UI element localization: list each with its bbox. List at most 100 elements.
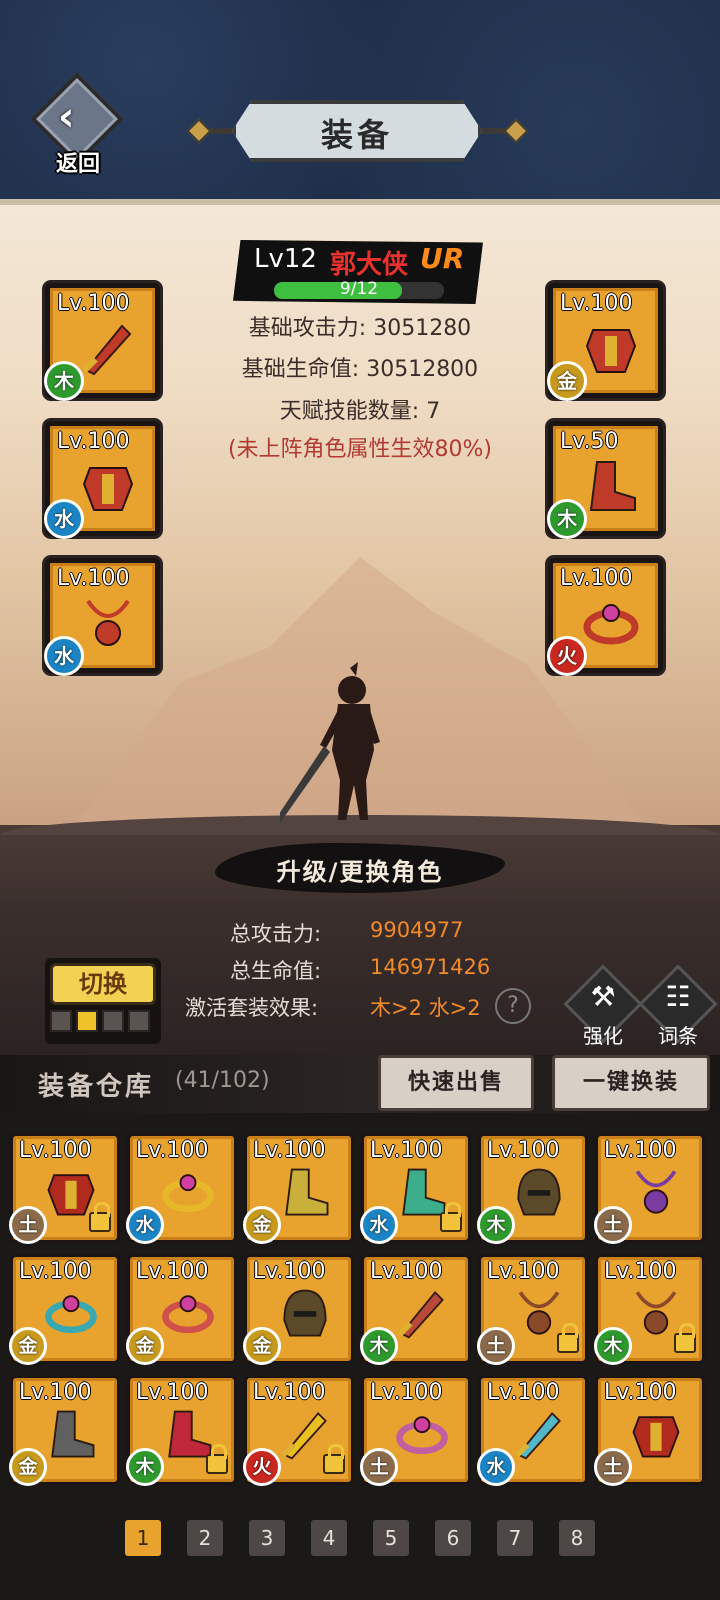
slot-level: Lv.50 bbox=[560, 429, 619, 454]
help-icon[interactable]: ? bbox=[495, 988, 531, 1024]
slot-level: Lv.100 bbox=[57, 566, 130, 591]
enhance-label[interactable]: 强化 bbox=[568, 1020, 638, 1049]
set-effect-value: 木>2 水>2 bbox=[370, 996, 481, 1020]
page-title: 装备 bbox=[320, 116, 393, 154]
item-level: Lv.100 bbox=[253, 1138, 326, 1163]
hero-silhouette bbox=[280, 662, 380, 823]
warehouse-item[interactable]: Lv.100 土 bbox=[594, 1133, 705, 1244]
preset-dot-2[interactable] bbox=[76, 1010, 98, 1032]
hero-name: 郭大侠 bbox=[330, 250, 409, 280]
warehouse-item[interactable]: Lv.100 木 bbox=[360, 1254, 471, 1365]
warehouse-count: (41/102) bbox=[175, 1068, 270, 1093]
armor-icon bbox=[82, 467, 134, 511]
item-level: Lv.100 bbox=[604, 1259, 677, 1284]
ring-icon bbox=[583, 604, 639, 645]
warehouse-item[interactable]: Lv.100 水 bbox=[126, 1133, 237, 1244]
page-button-4[interactable]: 4 bbox=[311, 1520, 347, 1556]
page-button-6[interactable]: 6 bbox=[435, 1520, 471, 1556]
warehouse-item[interactable]: Lv.100 金 bbox=[9, 1254, 120, 1365]
warehouse-item[interactable]: Lv.100 土 bbox=[594, 1375, 705, 1486]
warehouse-item[interactable]: Lv.100 土 bbox=[9, 1133, 120, 1244]
set-effect-label: 激活套装效果: bbox=[185, 996, 319, 1020]
equip-slot-left-1[interactable]: Lv.100 木 bbox=[44, 283, 160, 401]
page-button-1[interactable]: 1 bbox=[125, 1520, 161, 1556]
armor-icon bbox=[585, 329, 637, 373]
item-level: Lv.100 bbox=[253, 1259, 326, 1284]
one-click-equip-button[interactable]: 一键换装 bbox=[552, 1055, 710, 1111]
ring-icon bbox=[162, 1174, 214, 1213]
hammer-icon: ⚒ bbox=[590, 980, 616, 1013]
page-button-2[interactable]: 2 bbox=[187, 1520, 223, 1556]
total-attack-value: 9904977 bbox=[370, 918, 464, 942]
lock-icon bbox=[440, 1202, 462, 1232]
total-attack-label: 总攻击力: bbox=[230, 922, 322, 946]
grid-icon: ☷ bbox=[665, 980, 691, 1013]
element-badge: 金 bbox=[243, 1327, 281, 1365]
item-level: Lv.100 bbox=[19, 1138, 92, 1163]
warehouse-item[interactable]: Lv.100 木 bbox=[126, 1375, 237, 1486]
item-level: Lv.100 bbox=[253, 1380, 326, 1405]
warehouse-item[interactable]: Lv.100 金 bbox=[243, 1133, 354, 1244]
lock-icon bbox=[674, 1323, 696, 1353]
slot-level: Lv.100 bbox=[57, 429, 130, 454]
warehouse-item[interactable]: Lv.100 水 bbox=[477, 1375, 588, 1486]
warehouse-item[interactable]: Lv.100 土 bbox=[477, 1254, 588, 1365]
item-level: Lv.100 bbox=[19, 1380, 92, 1405]
warehouse-item[interactable]: Lv.100 木 bbox=[477, 1133, 588, 1244]
equip-slot-right-2[interactable]: Lv.50 木 bbox=[547, 421, 663, 539]
boots-icon bbox=[51, 1410, 95, 1458]
ornament-icon bbox=[503, 118, 529, 144]
warehouse-item[interactable]: Lv.100 木 bbox=[594, 1254, 705, 1365]
affix-label[interactable]: 词条 bbox=[643, 1020, 713, 1049]
preset-dot-3[interactable] bbox=[102, 1010, 124, 1032]
quick-sell-button[interactable]: 快速出售 bbox=[378, 1055, 534, 1111]
warehouse-item[interactable]: Lv.100 土 bbox=[360, 1375, 471, 1486]
element-badge: 金 bbox=[126, 1327, 164, 1365]
slot-level: Lv.100 bbox=[57, 291, 130, 316]
page-button-8[interactable]: 8 bbox=[559, 1520, 595, 1556]
element-badge: 火 bbox=[243, 1448, 281, 1486]
slot-level: Lv.100 bbox=[560, 566, 633, 591]
item-level: Lv.100 bbox=[487, 1259, 560, 1284]
item-level: Lv.100 bbox=[370, 1138, 443, 1163]
change-role-label[interactable]: 升级/更换角色 bbox=[215, 852, 505, 887]
item-level: Lv.100 bbox=[370, 1259, 443, 1284]
element-badge: 水 bbox=[126, 1206, 164, 1244]
total-hp-label: 总生命值: bbox=[230, 959, 322, 983]
item-level: Lv.100 bbox=[370, 1380, 443, 1405]
back-button[interactable]: ‹ 返回 bbox=[28, 72, 128, 180]
element-badge: 金 bbox=[547, 361, 587, 401]
back-label: 返回 bbox=[55, 152, 100, 177]
page-button-5[interactable]: 5 bbox=[373, 1520, 409, 1556]
element-badge: 金 bbox=[9, 1448, 47, 1486]
element-badge: 木 bbox=[477, 1206, 515, 1244]
page-button-7[interactable]: 7 bbox=[497, 1520, 533, 1556]
item-level: Lv.100 bbox=[604, 1380, 677, 1405]
warehouse-item[interactable]: Lv.100 金 bbox=[9, 1375, 120, 1486]
element-badge: 水 bbox=[477, 1448, 515, 1486]
equip-slot-left-2[interactable]: Lv.100 水 bbox=[44, 421, 160, 539]
warehouse-item[interactable]: Lv.100 水 bbox=[360, 1133, 471, 1244]
equip-slot-left-3[interactable]: Lv.100 水 bbox=[44, 558, 160, 676]
equip-slot-right-1[interactable]: Lv.100 金 bbox=[547, 283, 663, 401]
ring-icon bbox=[396, 1416, 448, 1455]
switch-button[interactable]: 切换 bbox=[50, 963, 156, 1005]
ring-icon bbox=[162, 1295, 214, 1334]
lock-icon bbox=[89, 1202, 111, 1232]
page-button-3[interactable]: 3 bbox=[249, 1520, 285, 1556]
boots-icon bbox=[589, 461, 636, 511]
ornament-icon bbox=[186, 118, 212, 144]
warehouse-title: 装备仓库 bbox=[38, 1072, 155, 1102]
element-badge: 土 bbox=[594, 1206, 632, 1244]
warehouse-item[interactable]: Lv.100 金 bbox=[126, 1254, 237, 1365]
warehouse-item[interactable]: Lv.100 火 bbox=[243, 1375, 354, 1486]
element-badge: 木 bbox=[126, 1448, 164, 1486]
item-level: Lv.100 bbox=[487, 1380, 560, 1405]
item-level: Lv.100 bbox=[19, 1259, 92, 1284]
equip-slot-right-3[interactable]: Lv.100 火 bbox=[547, 558, 663, 676]
sword-icon bbox=[82, 324, 132, 376]
preset-dot-1[interactable] bbox=[50, 1010, 72, 1032]
element-badge: 木 bbox=[594, 1327, 632, 1365]
warehouse-item[interactable]: Lv.100 金 bbox=[243, 1254, 354, 1365]
preset-dot-4[interactable] bbox=[128, 1010, 150, 1032]
